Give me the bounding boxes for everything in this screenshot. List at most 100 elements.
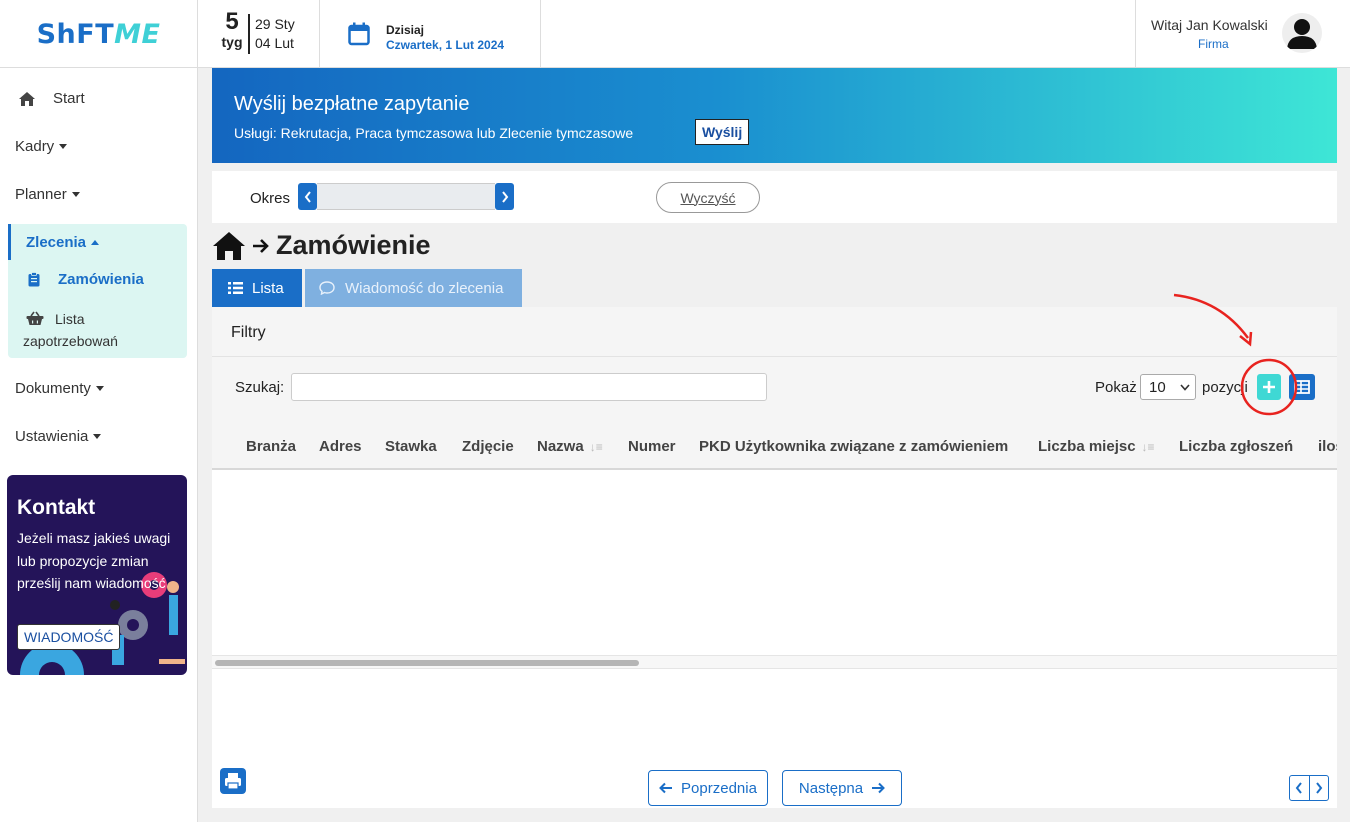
column-header-zdjecie[interactable]: Zdjęcie [462,438,514,455]
week-divider [248,14,250,54]
tab-label: Wiadomość do zlecenia [345,279,504,297]
arrow-left-icon [659,782,673,794]
next-page-button[interactable]: Następna [782,770,902,806]
home-icon [19,91,35,106]
sidebar-item-label: Dokumenty [15,380,91,397]
add-order-button[interactable] [1257,374,1281,400]
column-label: Numer [628,438,676,455]
table-toolbar: Szukaj: Pokaż 10 pozycji [212,357,1337,422]
column-label: Liczba zgłoszeń [1179,438,1294,455]
chat-icon [319,281,335,295]
previous-page-label: Poprzednia [681,779,757,797]
week-number: 5 [225,8,239,35]
breadcrumb: Zamówienie [212,230,431,261]
user-avatar-icon[interactable] [1282,13,1322,53]
period-next-button[interactable] [495,183,514,210]
period-field[interactable] [317,183,495,210]
search-label: Szukaj: [235,379,285,396]
column-header-liczba-zgloszen[interactable]: Liczba zgłoszeń [1179,438,1293,455]
horizontal-scrollbar[interactable] [212,655,1337,669]
sidebar-item-label: Zamówienia [58,271,144,288]
contact-text: Jeżeli masz jakieś uwagi lub propozycje … [17,530,171,591]
positions-label: pozycji [1202,379,1248,396]
sidebar-group-zlecenia: Zlecenia Zamówienia Lista zapotrzebowań [8,224,187,358]
list-icon [228,282,243,294]
week-start-date: 29 Sty [255,16,295,32]
period-label: Okres [250,190,291,207]
column-label: iloś [1318,438,1337,455]
sidebar-item-zlecenia[interactable]: Zlecenia [26,234,100,251]
column-label: Zdjęcie [462,438,514,455]
chevron-right-icon [501,190,508,203]
logo-text-main: ShFT [36,18,115,50]
column-header-pkd[interactable]: PKD Użytkownika związane z zamówieniem [699,438,1008,455]
search-input[interactable] [291,373,767,401]
column-header-numer[interactable]: Numer [628,438,676,455]
active-indicator [8,224,11,260]
banner-subtitle: Usługi: Rekrutacja, Praca tymczasowa lub… [234,125,634,141]
sort-icon[interactable]: ↓≡ [590,440,603,454]
promo-banner: Wyślij bezpłatne zapytanie Usługi: Rekru… [212,68,1337,163]
printer-icon [225,773,241,790]
column-header-stawka[interactable]: Stawka [385,438,437,455]
home-icon[interactable] [212,231,246,261]
period-filter: Okres Wyczyść [212,171,1337,223]
filters-header[interactable]: Filtry [212,307,1337,357]
sidebar-item-start[interactable]: Start [18,90,85,107]
column-label: Adres [319,438,362,455]
user-greeting: Witaj Jan Kowalski [1151,17,1268,33]
week-indicator: 5 tyg 29 Sty 04 Lut [198,0,320,68]
sidebar: Start Kadry Planner Zlecenia Zamówienia [0,68,198,822]
sidebar-item-label: Kadry [15,138,55,155]
contact-card: Kontakt Jeżeli masz jakieś uwagi lub pro… [7,475,187,675]
arrow-right-icon [253,238,269,253]
calendar-icon [348,22,370,46]
clipboard-icon [28,272,40,287]
sidebar-item-zamowienia[interactable]: Zamówienia [28,271,144,288]
column-header-branza[interactable]: Branża [246,438,296,455]
sidebar-item-label: Start [53,90,85,107]
banner-title: Wyślij bezpłatne zapytanie [234,93,470,115]
mini-pager [1289,775,1329,801]
user-menu[interactable]: Witaj Jan Kowalski Firma [1135,0,1350,68]
main-content: Wyślij bezpłatne zapytanie Usługi: Rekru… [198,68,1350,822]
sidebar-item-lista-zapotrzebowan[interactable]: Lista zapotrzebowań [23,308,183,352]
print-button[interactable] [220,768,246,794]
sidebar-item-planner[interactable]: Planner [15,186,80,203]
contact-title: Kontakt [17,496,96,519]
previous-page-button[interactable]: Poprzednia [648,770,768,806]
period-prev-button[interactable] [298,183,317,210]
chevron-left-icon [304,190,311,203]
column-header-adres[interactable]: Adres [319,438,362,455]
columns-button[interactable] [1289,374,1315,400]
sidebar-item-ustawienia[interactable]: Ustawienia [15,428,102,445]
logo-text-accent: ME [114,18,161,50]
column-header-liczba-miejsc[interactable]: Liczba miejsc ↓≡ [1038,438,1155,455]
column-label: Nazwa [537,438,584,455]
banner-send-button[interactable]: Wyślij [695,119,750,145]
column-header-ilosc[interactable]: iloś [1318,438,1337,455]
column-label: Branża [246,438,297,455]
sidebar-item-kadry[interactable]: Kadry [15,138,68,155]
sidebar-item-label: Zlecenia [26,234,87,251]
page-size-label: Pokaż [1095,379,1137,396]
mini-next-button[interactable] [1308,776,1329,800]
sort-icon[interactable]: ↓≡ [1142,440,1155,454]
today-date: Czwartek, 1 Lut 2024 [386,38,505,52]
tab-wiadomosc[interactable]: Wiadomość do zlecenia [305,269,522,307]
logo[interactable]: ShFTME [0,0,198,68]
scrollbar-thumb[interactable] [215,660,639,666]
clear-button[interactable]: Wyczyść [656,182,760,213]
next-page-label: Następna [798,779,864,797]
tab-label: Lista [252,279,284,297]
page-size-select[interactable]: 10 [1140,374,1196,400]
column-label: Stawka [385,438,437,455]
mini-prev-button[interactable] [1290,776,1309,800]
table-header: Branża Adres Stawka Zdjęcie Nazwa ↓≡ Nume… [212,422,1337,470]
week-end-date: 04 Lut [255,35,294,51]
tab-lista[interactable]: Lista [212,269,302,307]
contact-message-button[interactable]: WIADOMOŚĆ [17,624,121,650]
chevron-left-icon [1295,782,1303,794]
sidebar-item-dokumenty[interactable]: Dokumenty [15,380,104,397]
column-header-nazwa[interactable]: Nazwa ↓≡ [537,438,603,455]
